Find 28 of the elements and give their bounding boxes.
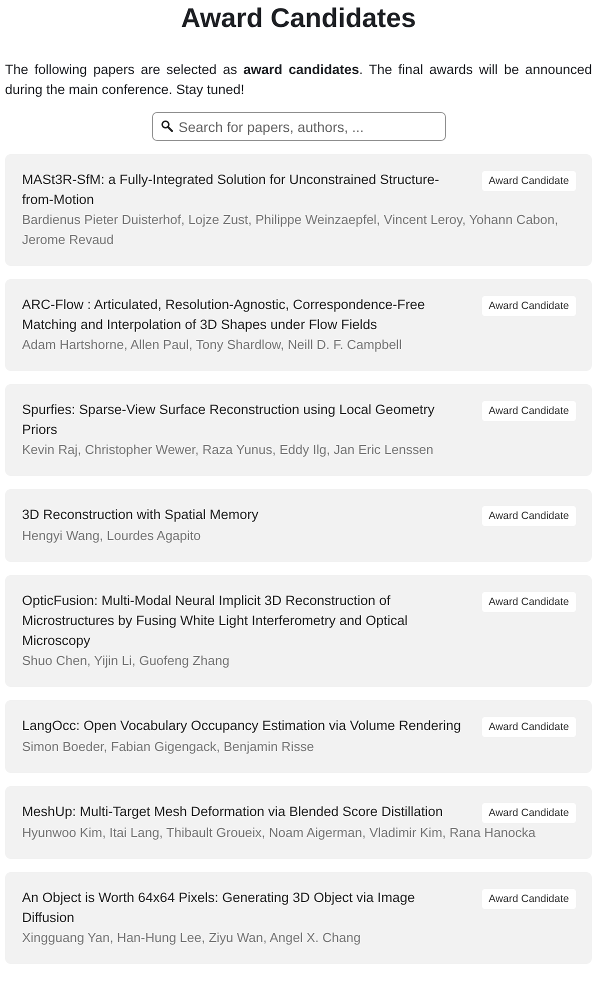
- award-badge: Award Candidate: [482, 171, 576, 191]
- award-badge: Award Candidate: [482, 506, 576, 526]
- paper-title[interactable]: Spurfies: Sparse-View Surface Reconstruction using Local Geometry Priors: [22, 400, 466, 440]
- paper-authors: Xingguang Yan, Han-Hung Lee, Ziyu Wan, Angel X. Chang: [22, 929, 362, 947]
- paper-authors: Hengyi Wang, Lourdes Agapito: [22, 527, 202, 545]
- paper-title[interactable]: An Object is Worth 64x64 Pixels: Generating 3D Object via Image Diffusion: [22, 888, 466, 928]
- paper-authors: Kevin Raj, Christopher Wewer, Raza Yunus, Eddy Ilg, Jan Eric Lenssen: [22, 441, 434, 459]
- paper-authors: Adam Hartshorne, Allen Paul, Tony Shardlow, Neill D. F. Campbell: [22, 336, 403, 354]
- page-title: Award Candidates: [180, 2, 418, 34]
- search-icon: [160, 120, 172, 132]
- paper-authors: Hyunwoo Kim, Itai Lang, Thibault Groueix, Noam Aigerman, Vladimir Kim, Rana Hanocka: [22, 824, 536, 842]
- paper-title[interactable]: OpticFusion: Multi-Modal Neural Implicit 3D Reconstruction of Microstructures by Fusing White Light Interferometry and Optical Microscopy: [22, 591, 466, 651]
- paper-title[interactable]: ARC-Flow : Articulated, Resolution-Agnostic, Correspondence-Free Matching and Interpolation of 3D Shapes under Flow Fields: [22, 295, 466, 335]
- award-badge: Award Candidate: [482, 889, 576, 909]
- award-badge: Award Candidate: [482, 401, 576, 421]
- paper-authors: Bardienus Pieter Duisterhof, Lojze Zust, Philippe Weinzaepfel, Vincent Leroy, Yohann Cabon, Jerome Revaud: [22, 211, 560, 249]
- paper-authors: Simon Boeder, Fabian Gigengack, Benjamin Risse: [22, 738, 315, 756]
- award-badge: Award Candidate: [482, 296, 576, 316]
- paper-title[interactable]: LangOcc: Open Vocabulary Occupancy Estimation via Volume Rendering: [22, 716, 466, 736]
- paper-title[interactable]: MeshUp: Multi-Target Mesh Deformation via Blended Score Distillation: [22, 802, 466, 822]
- award-badge: Award Candidate: [482, 717, 576, 737]
- paper-authors: Shuo Chen, Yijin Li, Guofeng Zhang: [22, 652, 230, 670]
- paper-title[interactable]: MASt3R-SfM: a Fully-Integrated Solution for Unconstrained Structure-from-Motion: [22, 170, 466, 210]
- search-field[interactable]: Search for papers, authors, ...: [152, 112, 446, 141]
- award-badge: Award Candidate: [482, 803, 576, 823]
- award-badge: Award Candidate: [482, 592, 576, 612]
- intro-paragraph: The following papers are selected as award candidates. The final awards will be announced during the main conference. Stay tuned!: [5, 61, 592, 99]
- paper-title[interactable]: 3D Reconstruction with Spatial Memory: [22, 505, 466, 525]
